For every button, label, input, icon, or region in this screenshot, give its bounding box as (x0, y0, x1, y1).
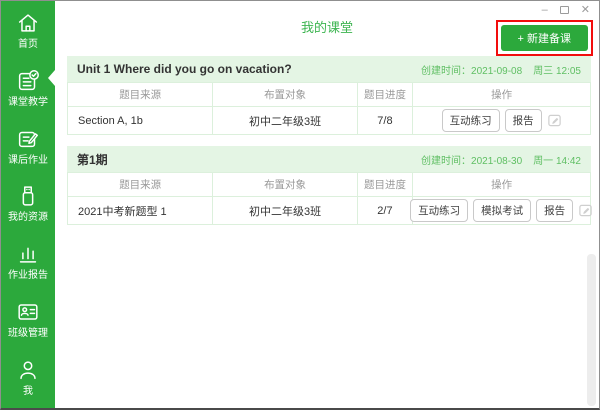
lesson-table: 题目来源 布置对象 题目进度 操作 2021中考新题型 1 初中二年级3班 2/… (66, 172, 593, 225)
usb-drive-icon (15, 183, 41, 209)
col-progress: 题目进度 (356, 172, 414, 197)
sidebar-item-label: 作业报告 (8, 270, 48, 282)
created-date: 创建时间：2021-08-30 (421, 155, 523, 167)
lesson-card: 第1期 创建时间：2021-08-30 周一 14:42 题目来源 布置对象 题目… (66, 146, 593, 225)
sidebar-item-my-resources[interactable]: 我的资源 (1, 181, 55, 225)
classroom-teaching-icon (15, 68, 41, 94)
table-header-row: 题目来源 布置对象 题目进度 操作 (66, 82, 591, 107)
lesson-card: Unit 1 Where did you go on vacation? 创建时… (66, 56, 591, 135)
cell-target: 初中二年级3班 (212, 196, 358, 225)
app-window: 首页 课堂教学 课后作业 我的资源 作业报告 班级管理 我 – ✕ 我的课堂 +… (0, 0, 600, 410)
minimize-button[interactable]: – (542, 4, 548, 16)
interactive-practice-button[interactable]: 互动练习 (441, 109, 500, 132)
sidebar-item-home[interactable]: 首页 (1, 8, 55, 52)
sidebar-item-label: 首页 (18, 39, 38, 50)
cell-source: Section A, 1b (66, 106, 214, 135)
cell-progress: 7/8 (356, 106, 414, 135)
sidebar-item-label: 班级管理 (8, 328, 48, 340)
close-button[interactable]: ✕ (581, 4, 590, 16)
sidebar-item-label: 课堂教学 (8, 96, 48, 108)
titlebar: – ✕ 我的课堂 + 新建备课 (55, 1, 599, 56)
card-header: Unit 1 Where did you go on vacation? 创建时… (67, 56, 591, 82)
col-source: 题目来源 (66, 82, 214, 107)
card-title: Unit 1 Where did you go on vacation? (77, 62, 292, 76)
created-date: 创建时间：2021-09-08 (421, 65, 523, 77)
cell-progress: 2/7 (356, 196, 414, 225)
main-content: – ✕ 我的课堂 + 新建备课 Unit 1 Where did you go … (55, 1, 599, 408)
sidebar-item-classroom-teaching[interactable]: 课堂教学 (1, 66, 55, 110)
maximize-button[interactable] (559, 6, 569, 14)
mock-exam-button[interactable]: 模拟考试 (473, 199, 532, 222)
homework-icon (15, 126, 41, 152)
cell-target: 初中二年级3班 (212, 106, 358, 135)
card-header: 第1期 创建时间：2021-08-30 周一 14:42 (67, 146, 591, 172)
report-button[interactable]: 报告 (504, 109, 542, 132)
created-weekday: 周三 12:05 (533, 65, 581, 77)
cell-source: 2021中考新题型 1 (66, 196, 214, 225)
active-item-notch (48, 69, 55, 86)
col-target: 布置对象 (212, 82, 358, 107)
id-card-icon (15, 299, 41, 325)
annotation-highlight: + 新建备课 (495, 20, 593, 56)
card-title: 第1期 (77, 152, 108, 167)
sidebar-item-homework-report[interactable]: 作业报告 (1, 239, 55, 283)
home-icon (15, 10, 41, 36)
report-button[interactable]: 报告 (536, 199, 574, 222)
export-document-icon[interactable] (547, 113, 562, 128)
sidebar-item-label: 我的资源 (8, 212, 48, 224)
card-created-time: 创建时间：2021-09-08 周三 12:05 (421, 62, 581, 77)
sidebar-item-me[interactable]: 我 (1, 355, 55, 399)
col-progress: 题目进度 (356, 82, 414, 107)
person-icon (15, 357, 41, 383)
sidebar-item-class-management[interactable]: 班级管理 (1, 297, 55, 341)
table-row: 2021中考新题型 1 初中二年级3班 2/7 互动练习 模拟考试 报告 (66, 196, 593, 225)
window-controls: – ✕ (542, 4, 590, 16)
sidebar: 首页 课堂教学 课后作业 我的资源 作业报告 班级管理 我 (1, 1, 55, 408)
col-target: 布置对象 (212, 172, 358, 197)
scrollbar[interactable] (587, 254, 596, 406)
lesson-table: 题目来源 布置对象 题目进度 操作 Section A, 1b 初中二年级3班 … (66, 82, 591, 135)
sidebar-item-label: 我 (23, 385, 33, 397)
card-created-time: 创建时间：2021-08-30 周一 14:42 (421, 152, 581, 167)
bar-chart-icon (15, 241, 41, 267)
col-source: 题目来源 (66, 172, 214, 197)
table-row: Section A, 1b 初中二年级3班 7/8 互动练习 报告 (66, 106, 591, 135)
cell-actions: 互动练习 报告 (412, 106, 591, 135)
col-actions: 操作 (412, 82, 591, 107)
interactive-practice-button[interactable]: 互动练习 (410, 199, 469, 222)
export-document-icon[interactable] (578, 203, 593, 218)
table-header-row: 题目来源 布置对象 题目进度 操作 (66, 172, 591, 197)
new-lesson-button[interactable]: + 新建备课 (500, 25, 588, 51)
cell-actions: 互动练习 模拟考试 报告 (410, 196, 593, 225)
col-actions: 操作 (412, 172, 591, 197)
created-weekday: 周一 14:42 (533, 155, 581, 167)
sidebar-item-homework[interactable]: 课后作业 (1, 124, 55, 168)
sidebar-item-label: 课后作业 (8, 154, 48, 166)
